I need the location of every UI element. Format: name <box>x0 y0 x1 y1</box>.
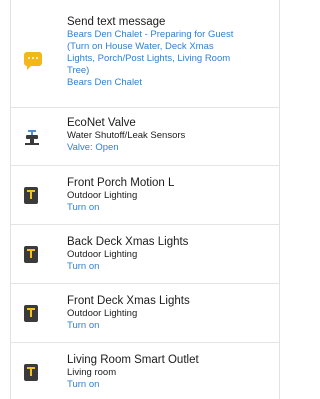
item-title: Living Room Smart Outlet <box>67 354 199 366</box>
valve-icon <box>24 130 40 151</box>
message-body-line: Lights, Porch/Post Lights, Living Room <box>67 53 231 64</box>
item-action[interactable]: Valve: Open <box>67 142 271 154</box>
item-subtitle: Living room <box>67 367 117 378</box>
action-list: Send text message Bears Den Chalet - Pre… <box>10 0 280 399</box>
item-title: Back Deck Xmas Lights <box>67 236 189 248</box>
item-subtitle: Outdoor Lighting <box>67 308 138 319</box>
item-subtitle: Outdoor Lighting <box>67 249 138 260</box>
list-item-living-room-outlet[interactable]: Living Room Smart Outlet Living room Tur… <box>11 343 279 399</box>
light-switch-icon <box>24 305 38 322</box>
item-subtitle: Outdoor Lighting <box>67 190 138 201</box>
message-recipient[interactable]: Bears Den Chalet <box>67 77 271 89</box>
list-item-send-text[interactable]: Send text message Bears Den Chalet - Pre… <box>11 0 279 108</box>
light-switch-icon <box>24 187 38 204</box>
list-item-back-deck-xmas[interactable]: Back Deck Xmas Lights Outdoor Lighting T… <box>11 225 279 284</box>
list-item-front-deck-xmas[interactable]: Front Deck Xmas Lights Outdoor Lighting … <box>11 284 279 343</box>
item-title: Front Porch Motion L <box>67 177 175 189</box>
message-body-line: Bears Den Chalet - Preparing for Guest <box>67 29 234 40</box>
turn-on-link[interactable]: Turn on <box>67 202 271 214</box>
item-title: Send text message <box>67 16 166 28</box>
item-title: Front Deck Xmas Lights <box>67 295 190 307</box>
turn-on-link[interactable]: Turn on <box>67 320 271 332</box>
message-icon <box>24 52 42 70</box>
light-switch-icon <box>24 246 38 263</box>
item-subtitle: Water Shutoff/Leak Sensors <box>67 130 186 141</box>
list-item-front-porch-motion[interactable]: Front Porch Motion L Outdoor Lighting Tu… <box>11 166 279 225</box>
turn-on-link[interactable]: Turn on <box>67 261 271 273</box>
message-body-line: Tree) <box>67 65 90 76</box>
turn-on-link[interactable]: Turn on <box>67 379 271 391</box>
list-item-econet-valve[interactable]: EcoNet Valve Water Shutoff/Leak Sensors … <box>11 108 279 166</box>
light-switch-icon <box>24 364 38 381</box>
item-title: EcoNet Valve <box>67 117 136 129</box>
message-body-line: (Turn on House Water, Deck Xmas <box>67 41 214 52</box>
